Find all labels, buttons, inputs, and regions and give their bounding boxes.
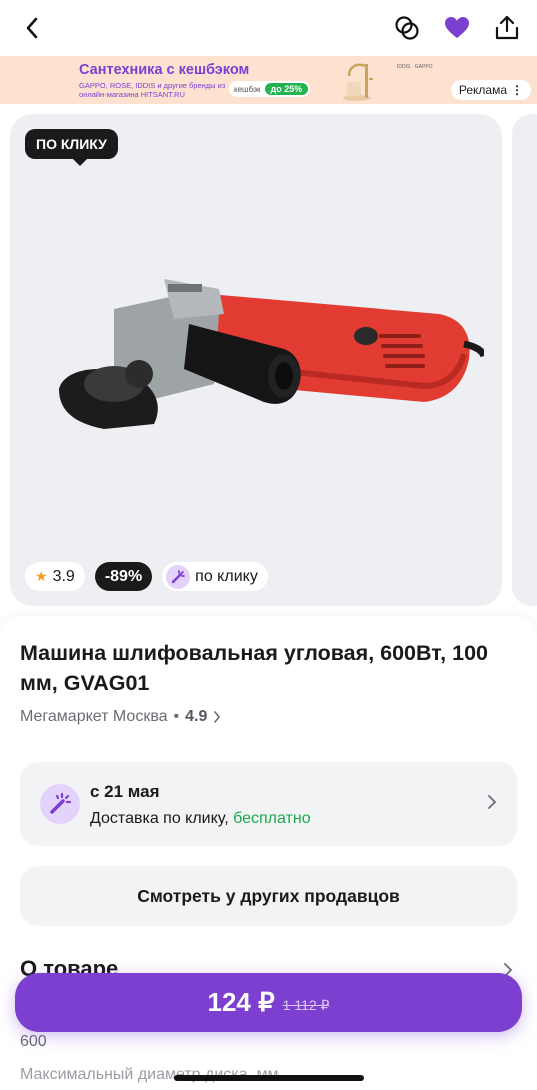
chevron-left-icon <box>26 17 38 39</box>
ad-title: Сантехника с кешбэком <box>79 62 250 78</box>
rating-value: 3.9 <box>52 567 75 585</box>
click-badge: ПО КЛИКУ <box>25 129 118 166</box>
ad-label-button[interactable]: Реклама ⋮ <box>450 80 531 100</box>
back-button[interactable] <box>18 12 46 44</box>
click-delivery-icon <box>166 564 191 589</box>
spec-value: 600 <box>20 1033 47 1050</box>
current-price: 124 ₽ <box>207 987 275 1017</box>
gallery-chips: ★ 3.9 -89% по клику <box>25 562 268 591</box>
share-icon <box>495 15 519 40</box>
ad-brands: IDDIS · GAPPO <box>397 64 433 70</box>
chevron-right-icon <box>214 711 221 723</box>
cashback-label: кешбэк <box>234 84 261 94</box>
faucet-image <box>343 63 373 101</box>
compare-button[interactable] <box>391 10 423 46</box>
delivery-card[interactable]: с 21 мая Доставка по клику, бесплатно <box>20 762 517 846</box>
old-price: 1 112 ₽ <box>282 997 330 1013</box>
favorite-button[interactable] <box>441 10 473 46</box>
heart-icon <box>445 17 469 38</box>
more-dots-icon: ⋮ <box>511 83 523 97</box>
product-image <box>59 279 484 429</box>
seller-rating: 4.9 <box>185 708 208 725</box>
ad-label: Реклама <box>458 83 507 97</box>
delivery-chip[interactable]: по клику <box>162 562 268 591</box>
other-sellers-button[interactable]: Смотреть у других продавцов <box>20 866 517 926</box>
cashback-pill: кешбэк до 25% <box>229 81 311 97</box>
ad-subtitle: GAPPO, ROSE, IDDIS и другие бренды из он… <box>79 81 226 99</box>
delivery-chip-label: по клику <box>195 567 258 585</box>
home-indicator[interactable] <box>174 1075 364 1081</box>
cashback-value: до 25% <box>264 83 309 95</box>
seller-link[interactable]: Мегамаркет Москва • 4.9 <box>20 708 221 726</box>
dot-separator: • <box>173 708 180 725</box>
seller-name: Мегамаркет Москва <box>20 708 168 725</box>
delivery-text: Доставка по клику, бесплатно <box>90 810 311 828</box>
share-button[interactable] <box>491 10 523 46</box>
delivery-date: с 21 мая <box>90 782 160 801</box>
delivery-method: Доставка по клику, <box>90 810 229 827</box>
compare-icon <box>395 16 419 40</box>
click-delivery-icon <box>40 784 80 824</box>
top-bar <box>0 0 537 56</box>
product-title: Машина шлифовальная угловая, 600Вт, 100 … <box>20 641 488 695</box>
star-icon: ★ <box>35 568 48 584</box>
product-gallery[interactable]: ПО КЛИКУ ★ 3.9 -89% по клику <box>10 114 502 606</box>
delivery-free: бесплатно <box>233 810 311 827</box>
rating-chip[interactable]: ★ 3.9 <box>25 562 85 591</box>
buy-button[interactable]: 124 ₽ 1 112 ₽ <box>15 973 522 1032</box>
discount-chip: -89% <box>94 562 153 591</box>
next-gallery-image[interactable] <box>512 114 537 606</box>
ad-banner[interactable]: Сантехника с кешбэком GAPPO, ROSE, IDDIS… <box>0 56 537 104</box>
chevron-right-icon <box>488 795 497 809</box>
